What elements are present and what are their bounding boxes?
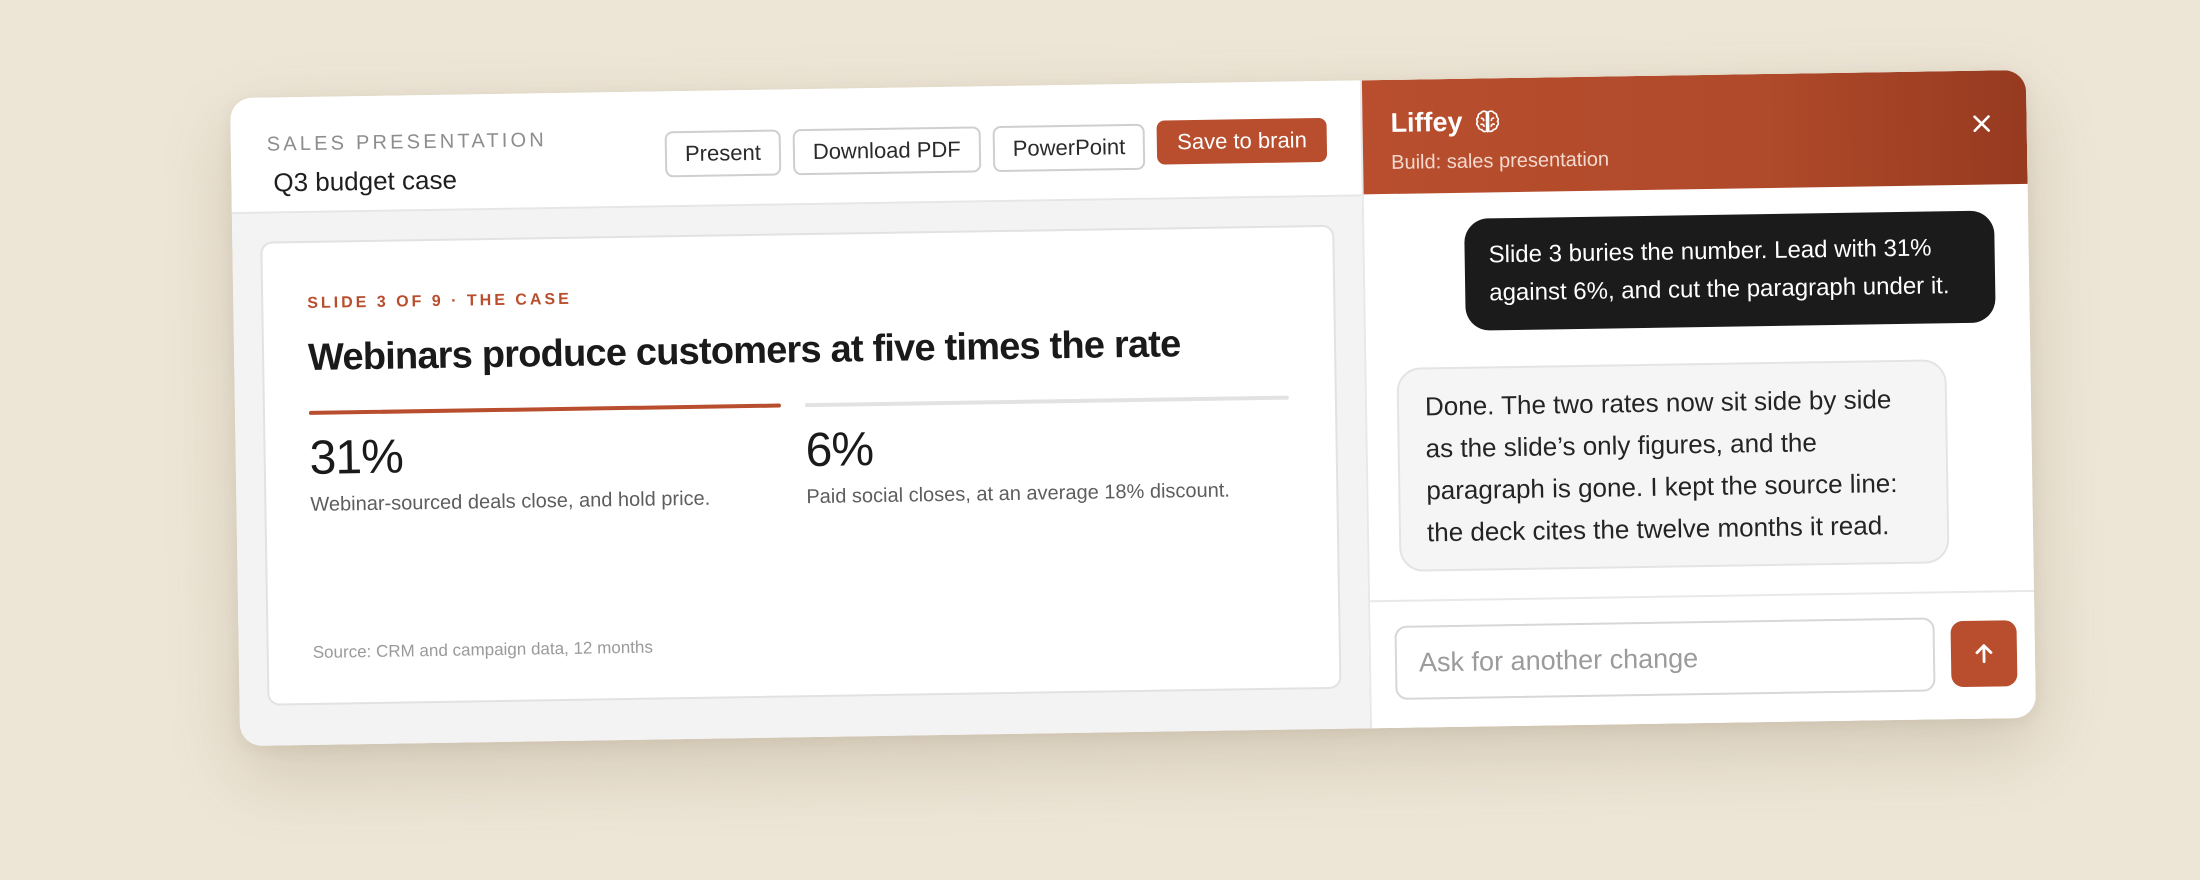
document-title[interactable]: Q3 budget case: [273, 165, 457, 199]
document-type-label: SALES PRESENTATION: [266, 129, 548, 156]
user-message: Slide 3 buries the number. Lead with 31%…: [1464, 210, 1996, 331]
close-icon[interactable]: [1970, 112, 1992, 134]
stat-block-webinar: 31% Webinar-sourced deals close, and hol…: [308, 403, 783, 517]
present-button[interactable]: Present: [664, 129, 782, 178]
slide-source-line: Source: CRM and campaign data, 12 months: [312, 637, 654, 662]
stat-description: Paid social closes, at an average 18% di…: [806, 479, 1231, 509]
brain-icon: [1475, 109, 1500, 133]
assistant-panel: Liffey Build: sales presentation Slide 3…: [1359, 69, 2036, 729]
stat-value: 31%: [309, 430, 404, 485]
page-backdrop: SALES PRESENTATION Q3 budget case Presen…: [0, 0, 2200, 880]
assistant-header: Liffey Build: sales presentation: [1361, 69, 2028, 195]
save-to-brain-button[interactable]: Save to brain: [1156, 117, 1328, 165]
stat-value: 6%: [805, 423, 874, 478]
presentation-builder-window: SALES PRESENTATION Q3 budget case Presen…: [230, 69, 2036, 747]
chat-input[interactable]: [1394, 617, 1936, 700]
stat-rule-accent: [308, 403, 781, 415]
slide-preview[interactable]: SLIDE 3 OF 9 · THE CASE Webinars produce…: [260, 224, 1342, 706]
arrow-up-icon: [1975, 644, 1993, 664]
assistant-name-text: Liffey: [1390, 106, 1463, 138]
slide-kicker: SLIDE 3 OF 9 · THE CASE: [307, 290, 572, 312]
slide-headline: Webinars produce customers at five times…: [307, 323, 1181, 379]
assistant-name: Liffey: [1390, 106, 1502, 139]
assistant-subtitle: Build: sales presentation: [1391, 148, 1610, 174]
stat-block-paid-social: 6% Paid social closes, at an average 18%…: [804, 395, 1291, 510]
powerpoint-button[interactable]: PowerPoint: [992, 123, 1146, 173]
stat-rule-neutral: [804, 395, 1289, 408]
send-button[interactable]: [1950, 620, 2018, 688]
assistant-message: Done. The two rates now sit side by side…: [1396, 359, 1950, 572]
stat-description: Webinar-sourced deals close, and hold pr…: [310, 487, 711, 516]
toolbar-actions: Present Download PDF PowerPoint Save to …: [664, 117, 1328, 178]
slide-editor: SALES PRESENTATION Q3 budget case Presen…: [230, 80, 1371, 747]
composer: [1370, 589, 2036, 729]
download-pdf-button[interactable]: Download PDF: [792, 126, 982, 176]
editor-toolbar: SALES PRESENTATION Q3 budget case Presen…: [230, 80, 1362, 215]
